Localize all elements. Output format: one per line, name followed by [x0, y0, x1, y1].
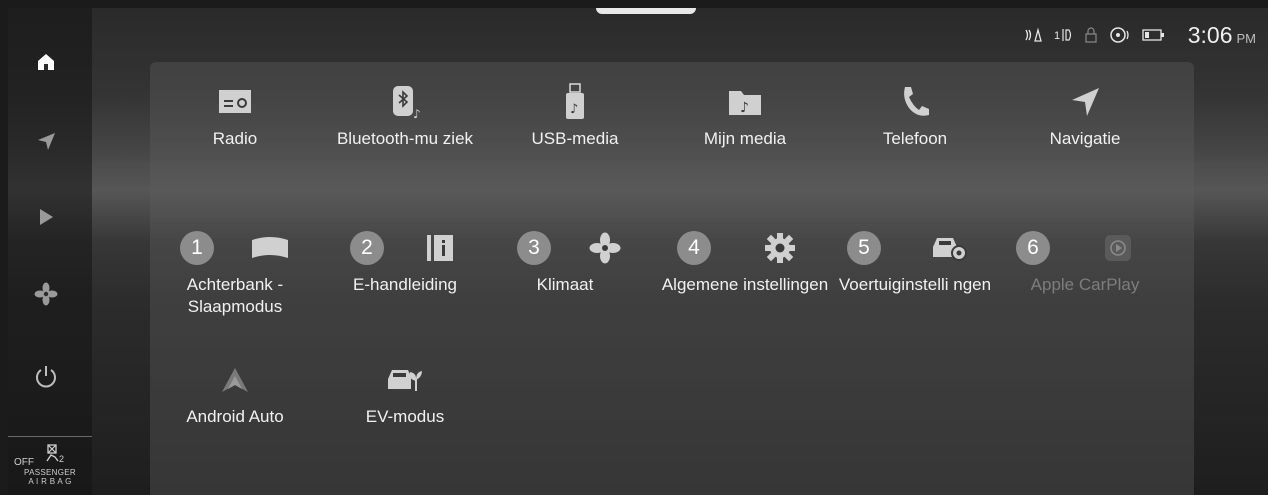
- clock-ampm: PM: [1236, 30, 1257, 46]
- gear-icon: [765, 233, 795, 263]
- home-icon: [38, 54, 54, 70]
- passenger-airbag-indicator: OFF 2 PASSENGER A I R B A G: [8, 436, 92, 495]
- app-voertuiginstellingen[interactable]: Voertuiginstelli ngen: [830, 228, 1000, 296]
- app-radio[interactable]: Radio: [150, 82, 320, 150]
- svg-text:1: 1: [1054, 30, 1060, 42]
- airbag-off-label: OFF: [14, 457, 34, 468]
- airbag-seat-icon: 2: [46, 444, 64, 463]
- app-ev-modus[interactable]: EV-modus: [320, 360, 490, 428]
- svg-text:♪: ♪: [740, 100, 749, 116]
- status-bar: 1 3:06 PM: [1014, 22, 1256, 48]
- navigation-arrow-icon: [1072, 88, 1099, 116]
- passenger-sensor-icon: [1024, 27, 1044, 43]
- manual-book-icon: [427, 235, 453, 261]
- app-klimaat[interactable]: Klimaat: [480, 228, 650, 296]
- bluetooth-music-icon: ♪: [393, 86, 421, 120]
- svg-text:♪: ♪: [413, 107, 421, 120]
- sidebar-climate-button[interactable]: [32, 280, 60, 308]
- airbag-passenger-label: PASSENGER A I R B A G: [8, 468, 92, 486]
- airbag-line1: PASSENGER: [24, 468, 76, 477]
- app-telefoon[interactable]: Telefoon: [830, 82, 1000, 150]
- app-radio-label: Radio: [212, 129, 258, 148]
- svg-text:2: 2: [59, 454, 64, 463]
- sidebar: OFF 2 PASSENGER A I R B A G: [8, 8, 92, 495]
- app-navigatie[interactable]: Navigatie: [1000, 82, 1170, 150]
- phone-icon: [904, 87, 929, 116]
- airbag-line2: A I R B A G: [28, 477, 72, 486]
- app-algemene-instellingen[interactable]: Algemene instellingen: [660, 228, 830, 296]
- lock-icon: [1084, 27, 1098, 43]
- steering-heat-icon: [1108, 26, 1132, 44]
- power-icon: [36, 366, 56, 388]
- app-grid-panel: Radio ♪ Bluetooth-mu ziek ♪ USB-media ♪ …: [150, 62, 1194, 495]
- vehicle-settings-icon: [933, 238, 967, 261]
- app-voertuig-label: Voertuiginstelli ngen: [838, 275, 992, 294]
- app-mijn-media-label: Mijn media: [703, 129, 787, 148]
- app-carplay-label: Apple CarPlay: [1030, 275, 1140, 294]
- play-icon: [40, 209, 53, 225]
- app-bluetooth-label: Bluetooth-mu ziek: [336, 129, 474, 148]
- battery-icon: [1142, 29, 1166, 41]
- app-bluetooth-muziek[interactable]: ♪ Bluetooth-mu ziek: [320, 82, 490, 150]
- app-achterbank-label: Achterbank - Slaapmodus: [186, 275, 284, 316]
- ev-mode-icon: [388, 370, 422, 391]
- app-algemene-label: Algemene instellingen: [661, 275, 829, 294]
- clock-time: 3:06: [1187, 21, 1233, 48]
- app-apple-carplay[interactable]: Apple CarPlay: [1000, 228, 1170, 296]
- app-e-handleiding[interactable]: E-handleiding: [320, 228, 490, 296]
- sidebar-home-button[interactable]: [32, 48, 60, 76]
- screen: OFF 2 PASSENGER A I R B A G 1 3:06 PM Ra…: [8, 8, 1268, 495]
- app-e-handleiding-label: E-handleiding: [353, 275, 457, 294]
- app-usb-media[interactable]: ♪ USB-media: [490, 82, 660, 150]
- app-navigatie-label: Navigatie: [1049, 129, 1121, 148]
- app-mijn-media[interactable]: ♪ Mijn media: [660, 82, 830, 150]
- app-usb-label: USB-media: [531, 129, 619, 148]
- svg-text:♪: ♪: [570, 102, 578, 117]
- sidebar-navigation-button[interactable]: [32, 128, 60, 156]
- folder-music-icon: ♪: [729, 91, 761, 116]
- rear-seat-sleep-icon: [252, 237, 288, 258]
- fan-climate-icon: [589, 232, 621, 264]
- app-android-label: Android Auto: [186, 407, 284, 426]
- carplay-icon: [1105, 235, 1131, 261]
- app-telefoon-label: Telefoon: [882, 129, 948, 148]
- android-auto-icon: [222, 368, 248, 392]
- fan-icon: [34, 282, 58, 306]
- usb-media-icon: ♪: [566, 83, 584, 119]
- app-klimaat-label: Klimaat: [536, 275, 594, 294]
- app-achterbank-slaapmodus[interactable]: Achterbank - Slaapmodus: [150, 228, 320, 318]
- radio-icon: [219, 90, 251, 113]
- navigation-icon: [38, 133, 55, 150]
- top-handle[interactable]: [596, 8, 696, 14]
- seat-heat-icon: 1: [1054, 27, 1074, 43]
- sidebar-power-button[interactable]: [32, 362, 60, 390]
- app-ev-label: EV-modus: [365, 407, 445, 426]
- sidebar-media-button[interactable]: [32, 203, 60, 231]
- app-android-auto[interactable]: Android Auto: [150, 360, 320, 428]
